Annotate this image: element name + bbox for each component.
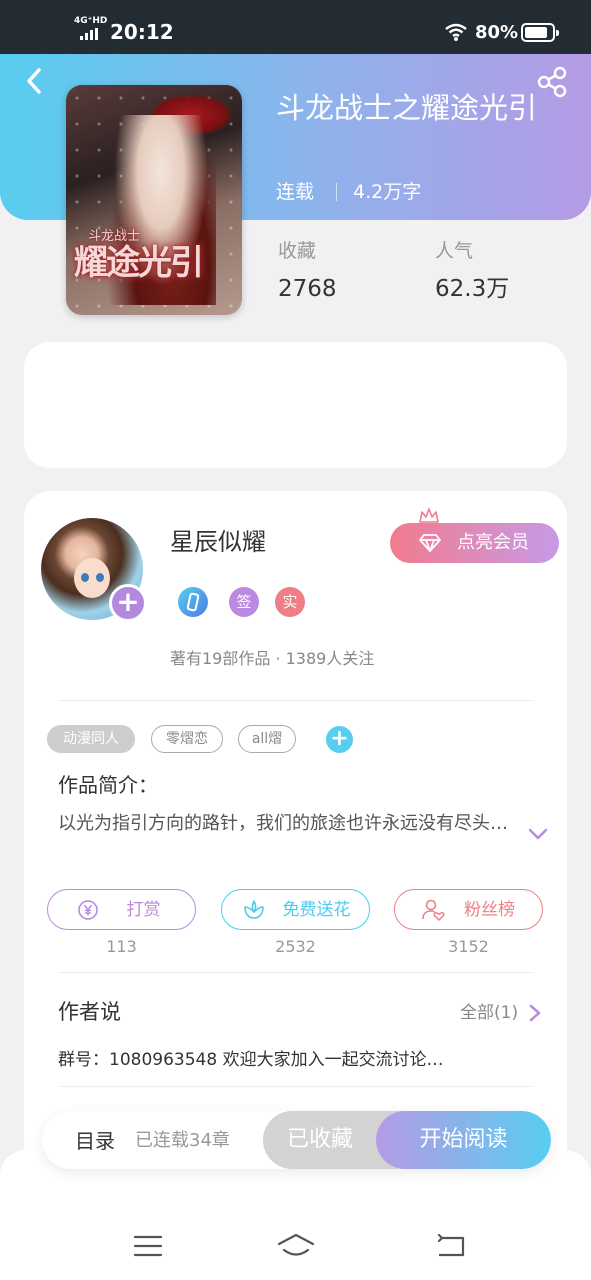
- chevron-right-icon[interactable]: [528, 1003, 542, 1023]
- stat-popularity-label: 人气: [435, 240, 474, 262]
- start-reading-button[interactable]: 开始阅读: [376, 1111, 551, 1169]
- banner-card: [24, 342, 567, 468]
- stat-popularity-value: 62.3万: [435, 276, 510, 302]
- author-name[interactable]: 星辰似耀: [170, 527, 266, 557]
- status-bar: 4G⁺HD 20:12 80%: [0, 0, 591, 54]
- book-status: 连载: [276, 181, 315, 203]
- battery-icon: [521, 23, 559, 42]
- fan-count: 3152: [448, 937, 489, 956]
- network-indicator: 4G⁺HD: [74, 16, 108, 26]
- intro-heading: 作品简介：: [58, 773, 158, 797]
- signed-badge: 签: [229, 587, 259, 617]
- follow-plus-icon[interactable]: +: [109, 584, 147, 622]
- add-tag-icon[interactable]: +: [326, 726, 353, 753]
- divider: [58, 1086, 534, 1087]
- tip-label: 打赏: [126, 900, 161, 920]
- tag-item[interactable]: 零熠恋: [151, 725, 223, 753]
- intro-text: 以光为指引方向的路针，我们的旅途也许永远没有尽头…: [58, 813, 508, 834]
- fan-ranking-label: 粉丝榜: [464, 900, 515, 920]
- send-flower-button[interactable]: 免费送花: [221, 889, 370, 930]
- menu-icon[interactable]: [130, 1232, 166, 1260]
- divider: [58, 972, 534, 973]
- fan-ranking-button[interactable]: 粉丝榜: [394, 889, 543, 930]
- author-says-heading: 作者说: [58, 1000, 121, 1024]
- vip-button[interactable]: 点亮会员: [390, 523, 559, 563]
- book-title: 斗龙战士之耀途光引: [276, 91, 538, 125]
- wifi-icon: [445, 23, 467, 41]
- word-count: 4.2万字: [353, 181, 422, 203]
- book-cover[interactable]: 斗龙战士 耀途光引: [66, 85, 242, 315]
- back-nav-icon[interactable]: [433, 1232, 469, 1260]
- battery-percent: 80%: [475, 22, 519, 43]
- toc-button[interactable]: 目录: [75, 1128, 115, 1154]
- tip-count: 113: [106, 937, 137, 956]
- send-flower-label: 免费送花: [282, 900, 351, 920]
- diamond-icon: [419, 534, 441, 552]
- system-nav-bar: [0, 1150, 591, 1280]
- chapter-count[interactable]: 已连载34章: [135, 1129, 230, 1153]
- tip-button[interactable]: 打赏: [47, 889, 196, 930]
- tag-item[interactable]: 动漫同人: [47, 725, 135, 753]
- signal-icon: [80, 28, 102, 40]
- author-note-text[interactable]: 群号：1080963548 欢迎大家加入一起交流讨论…: [58, 1049, 444, 1071]
- tag-item[interactable]: all熠: [238, 725, 296, 753]
- flower-count: 2532: [275, 937, 316, 956]
- divider: [336, 183, 337, 201]
- verified-badge: 实: [275, 587, 305, 617]
- view-all-link[interactable]: 全部(1): [460, 1002, 518, 1024]
- author-meta: 著有19部作品 · 1389人关注: [170, 649, 375, 668]
- cover-title-art: 耀途光引: [74, 243, 204, 283]
- bottom-action-bar: 目录 已连载34章 已收藏 开始阅读: [42, 1111, 551, 1169]
- home-icon[interactable]: [276, 1232, 316, 1260]
- stat-favorites-label: 收藏: [278, 240, 317, 262]
- clock: 20:12: [110, 20, 174, 44]
- stat-favorites-value: 2768: [278, 276, 337, 302]
- chevron-down-icon[interactable]: [527, 826, 549, 842]
- back-icon[interactable]: [20, 66, 50, 96]
- vip-button-label: 点亮会员: [457, 532, 529, 553]
- divider: [58, 700, 534, 701]
- phone-badge-icon: [178, 587, 208, 617]
- flower-icon: [244, 900, 264, 919]
